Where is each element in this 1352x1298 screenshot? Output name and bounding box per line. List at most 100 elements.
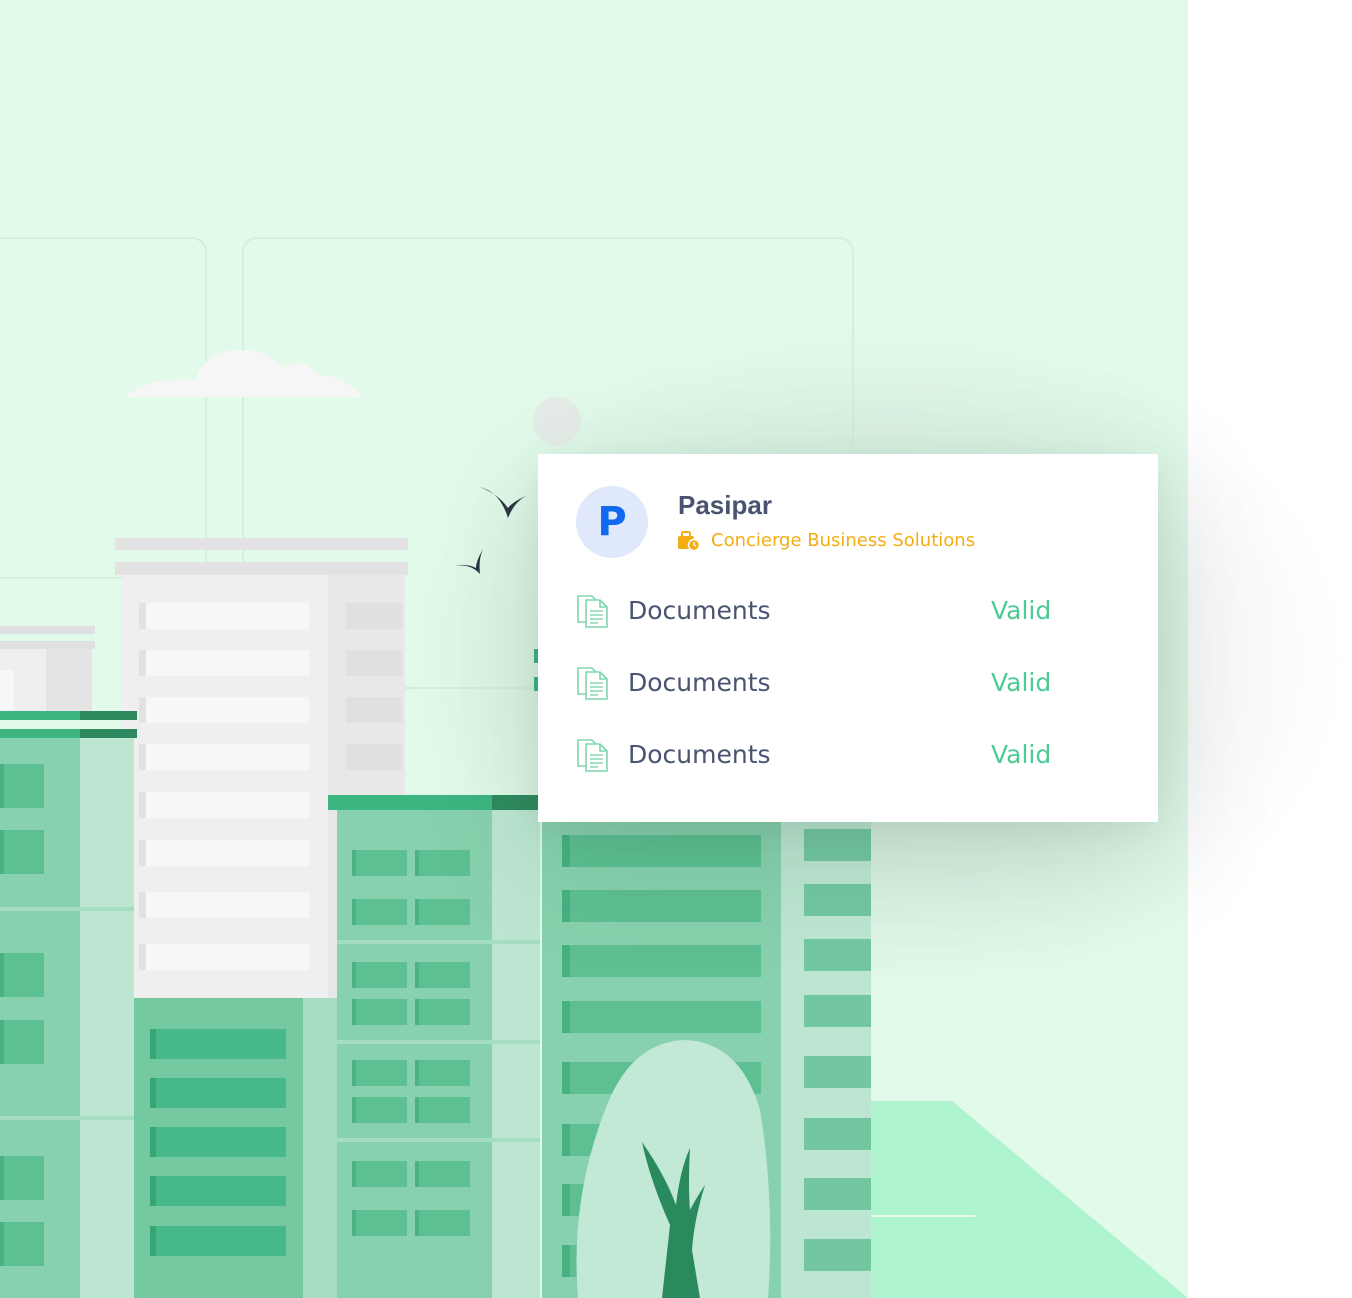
building-window: [415, 962, 470, 988]
building-window-edge: [562, 1001, 570, 1033]
building-window: [150, 1176, 286, 1206]
building-window-edge: [562, 1124, 570, 1156]
building-window: [346, 744, 402, 770]
building-window-edge: [562, 890, 570, 922]
building-window: [346, 650, 402, 676]
building-window: [139, 944, 309, 970]
building-window-edge: [139, 840, 146, 866]
building-window: [562, 1001, 761, 1033]
building-window: [415, 899, 470, 925]
building-window: [139, 650, 309, 676]
building-window-edge: [0, 764, 4, 808]
building-window: [804, 1239, 871, 1271]
building-window: [0, 953, 44, 997]
document-icon: [577, 739, 608, 772]
building-window-edge: [562, 835, 570, 867]
building-window: [562, 890, 761, 922]
green-building-left: [0, 711, 137, 1298]
building-window-edge: [415, 1161, 419, 1187]
building-window-edge: [0, 1020, 4, 1064]
building-window-edge: [352, 999, 356, 1025]
building-window-edge: [0, 1222, 4, 1266]
building-window-edge: [0, 830, 4, 874]
building-window-edge: [0, 953, 4, 997]
document-row[interactable]: Documents Valid: [576, 592, 1096, 632]
building-window: [0, 764, 44, 808]
building-window-edge: [562, 1062, 570, 1094]
building-window-edge: [562, 1245, 570, 1277]
building-window: [352, 899, 407, 925]
document-label: Documents: [628, 668, 771, 697]
building-window-edge: [150, 1226, 156, 1256]
building-window: [804, 829, 871, 861]
building-window: [139, 744, 309, 770]
document-row[interactable]: Documents Valid: [576, 664, 1096, 704]
building-window-edge: [150, 1127, 156, 1157]
building-window-edge: [139, 792, 146, 818]
building-window: [804, 1118, 871, 1150]
building-window: [415, 1097, 470, 1123]
company-subtitle-text: Concierge Business Solutions: [711, 530, 976, 551]
building-window: [415, 1060, 470, 1086]
building-window-edge: [415, 1210, 419, 1236]
building-window: [562, 945, 761, 977]
building-window-edge: [415, 999, 419, 1025]
building-window-edge: [415, 962, 419, 988]
building-window: [0, 1156, 44, 1200]
building-window: [804, 939, 871, 971]
building-window: [139, 792, 309, 818]
document-label: Documents: [628, 740, 771, 769]
building-window: [415, 1161, 470, 1187]
building-window-edge: [150, 1176, 156, 1206]
building-window-edge: [352, 899, 356, 925]
document-row[interactable]: Documents Valid: [576, 736, 1096, 776]
building-window: [352, 1097, 407, 1123]
building-window-edge: [139, 697, 146, 723]
building-window: [352, 1161, 407, 1187]
building-window-edge: [139, 650, 146, 676]
building-window: [150, 1029, 286, 1059]
building-window: [0, 1222, 44, 1266]
building-window-edge: [352, 1097, 356, 1123]
document-status: Valid: [991, 596, 1052, 625]
document-label: Documents: [628, 596, 771, 625]
building-window: [352, 962, 407, 988]
building-window: [150, 1127, 286, 1157]
building-window: [150, 1078, 286, 1108]
building-window: [804, 995, 871, 1027]
green-block-lower: [134, 998, 337, 1298]
building-window: [415, 1210, 470, 1236]
building-window: [804, 884, 871, 916]
building-window-edge: [352, 1060, 356, 1086]
building-window-edge: [352, 1161, 356, 1187]
building-window: [0, 830, 44, 874]
building-window-edge: [139, 603, 146, 629]
building-window-edge: [415, 850, 419, 876]
building-window-edge: [415, 1097, 419, 1123]
document-icon: [577, 667, 608, 700]
building-window: [346, 603, 402, 629]
building-window: [139, 840, 309, 866]
building-window: [139, 892, 309, 918]
building-window-edge: [150, 1078, 156, 1108]
building-window: [346, 697, 402, 723]
building-window: [352, 999, 407, 1025]
building-window-edge: [352, 1210, 356, 1236]
document-status: Valid: [991, 740, 1052, 769]
building-window: [804, 1056, 871, 1088]
briefcase-clock-icon: [678, 530, 700, 551]
building-window: [415, 850, 470, 876]
building-window-edge: [415, 899, 419, 925]
building-window-edge: [0, 1156, 4, 1200]
building-window: [352, 1060, 407, 1086]
building-window: [139, 603, 309, 629]
building-window-edge: [415, 1060, 419, 1086]
building-window-edge: [139, 944, 146, 970]
moon: [533, 397, 581, 445]
building-window: [352, 1210, 407, 1236]
building-window: [415, 999, 470, 1025]
building-window-edge: [562, 945, 570, 977]
building-window-edge: [562, 1184, 570, 1216]
building-window: [562, 835, 761, 867]
building-window: [150, 1226, 286, 1256]
